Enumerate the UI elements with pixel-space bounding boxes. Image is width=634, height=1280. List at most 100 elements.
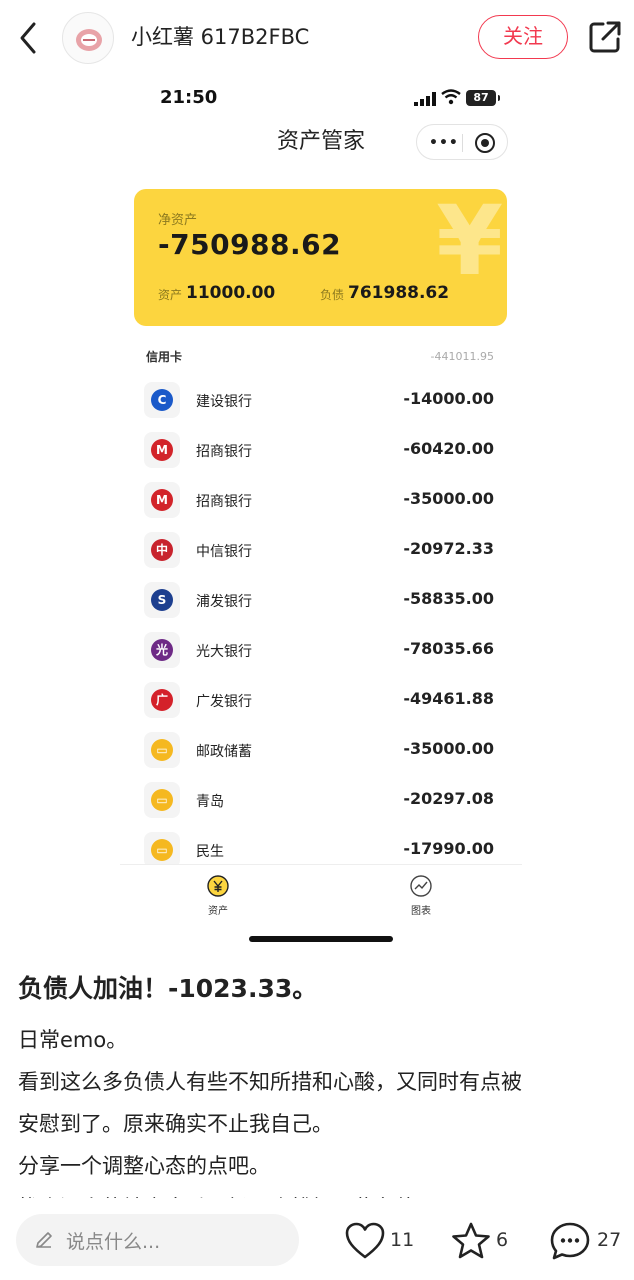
status-bar: 21:50 87 [120,76,522,120]
share-button[interactable] [586,18,624,56]
spdb-icon: S [151,589,173,611]
comment-button[interactable]: 27 [549,1221,627,1261]
avatar-image [76,29,102,51]
avatar[interactable] [62,12,114,64]
ccb-icon: C [151,389,173,411]
account-name: 青岛 [196,794,224,810]
account-name: 建设银行 [196,394,252,410]
assets-value: 11000.00 [186,283,276,303]
section-total: -441011.95 [430,350,494,363]
app-tab-bar: 资产 图表 [120,864,522,946]
account-row[interactable]: ▭ 邮政储蓄 -35000.00 [120,726,522,776]
top-header: 小红薯 617B2FBC 关注 [0,0,634,76]
account-name: 中信银行 [196,544,252,560]
account-row[interactable]: ▭ 青岛 -20297.08 [120,776,522,826]
account-row[interactable]: S 浦发银行 -58835.00 [120,576,522,626]
cgb-icon: 广 [151,689,173,711]
cmb-icon: M [151,439,173,461]
yen-icon [207,875,229,897]
battery-icon: 87 [466,90,500,106]
like-button[interactable]: 11 [344,1221,414,1261]
comment-count: 27 [597,1229,622,1251]
net-assets-label: 净资产 [158,213,198,228]
account-name: 招商银行 [196,444,252,460]
account-row[interactable]: M 招商银行 -60420.00 [120,426,522,476]
home-indicator [249,936,393,942]
account-name: 民生 [196,844,224,860]
account-row[interactable]: 广 广发银行 -49461.88 [120,676,522,726]
net-assets-value: -750988.62 [158,228,342,261]
pencil-icon [36,1232,52,1248]
account-row[interactable]: M 招商银行 -35000.00 [120,476,522,526]
tab-charts[interactable]: 图表 [391,875,451,917]
card-icon: ▭ [151,739,173,761]
account-row[interactable]: 光 光大银行 -78035.66 [120,626,522,676]
comment-placeholder: 说点什么... [66,1231,161,1253]
like-count: 11 [390,1229,415,1251]
account-amount: -49461.88 [403,689,494,708]
comment-bubble-icon [550,1222,590,1260]
bank-icon-wrapper: ▭ [144,782,180,818]
bottom-action-bar: 说点什么... 11 6 27 [0,1198,634,1280]
chevron-left-icon [20,22,36,54]
star-icon [452,1222,490,1259]
net-assets-card: ¥ 净资产 -750988.62 资产 11000.00 负债 761988.6… [134,189,507,326]
post-line: 日常emo。 [18,1028,128,1052]
follow-button[interactable]: 关注 [478,15,568,59]
tab-charts-label: 图表 [411,906,431,917]
bank-icon-wrapper: ▭ [144,832,180,868]
more-icon[interactable]: ••• [429,134,458,152]
account-amount: -35000.00 [403,739,494,758]
heart-icon [345,1222,385,1259]
chart-icon [410,875,432,897]
account-name: 招商银行 [196,494,252,510]
post-line: 看到这么多负债人有些不知所措和心酸，又同时有点被 [18,1070,522,1094]
tab-assets-label: 资产 [208,906,228,917]
favorite-count: 6 [496,1229,509,1251]
bank-icon-wrapper: ▭ [144,732,180,768]
account-amount: -78035.66 [403,639,494,658]
wifi-icon [441,89,461,105]
bank-icon-wrapper: C [144,382,180,418]
author-name[interactable]: 小红薯 617B2FBC [131,22,309,52]
post-title: 负债人加油！-1023.33。 [18,974,318,1003]
account-amount: -14000.00 [403,389,494,408]
account-name: 邮政储蓄 [196,744,252,760]
bank-icon-wrapper: M [144,432,180,468]
comment-input[interactable]: 说点什么... [16,1214,299,1266]
account-amount: -58835.00 [403,589,494,608]
back-button[interactable] [14,20,44,56]
account-amount: -60420.00 [403,439,494,458]
account-name: 浦发银行 [196,594,252,610]
account-row[interactable]: 中 中信银行 -20972.33 [120,526,522,576]
post-body: 日常emo。 看到这么多负债人有些不知所措和心酸，又同时有点被 安慰到了。原来确… [18,1019,624,1199]
account-amount: -35000.00 [403,489,494,508]
yen-watermark-icon: ¥ [436,189,503,297]
assets-label: 资产 [158,288,183,302]
tab-assets[interactable]: 资产 [188,875,248,917]
account-name: 广发银行 [196,694,252,710]
card-icon: ▭ [151,839,173,861]
post-line: 分享一个调整心态的点吧。 [18,1154,270,1178]
share-icon [589,21,621,53]
capsule-divider [462,134,463,152]
post-image[interactable]: 21:50 87 资产管家 ••• ¥ 净资产 -750988.62 资产 11… [120,76,522,946]
citic-icon: 中 [151,539,173,561]
account-amount: -20972.33 [403,539,494,558]
signal-icon [414,92,436,106]
bank-icon-wrapper: M [144,482,180,518]
bank-icon-wrapper: 广 [144,682,180,718]
status-time: 21:50 [160,87,218,108]
ceb-icon: 光 [151,639,173,661]
bank-icon-wrapper: 中 [144,532,180,568]
bank-icon-wrapper: 光 [144,632,180,668]
liabilities-label: 负债 [320,288,345,302]
bank-icon-wrapper: S [144,582,180,618]
account-row[interactable]: C 建设银行 -14000.00 [120,376,522,426]
close-target-icon[interactable] [475,133,495,153]
account-name: 光大银行 [196,644,252,660]
liabilities-value: 761988.62 [348,283,450,303]
mini-program-capsule[interactable]: ••• [416,124,508,160]
favorite-button[interactable]: 6 [450,1221,514,1261]
post-line: 安慰到了。原来确实不止我自己。 [18,1112,333,1136]
